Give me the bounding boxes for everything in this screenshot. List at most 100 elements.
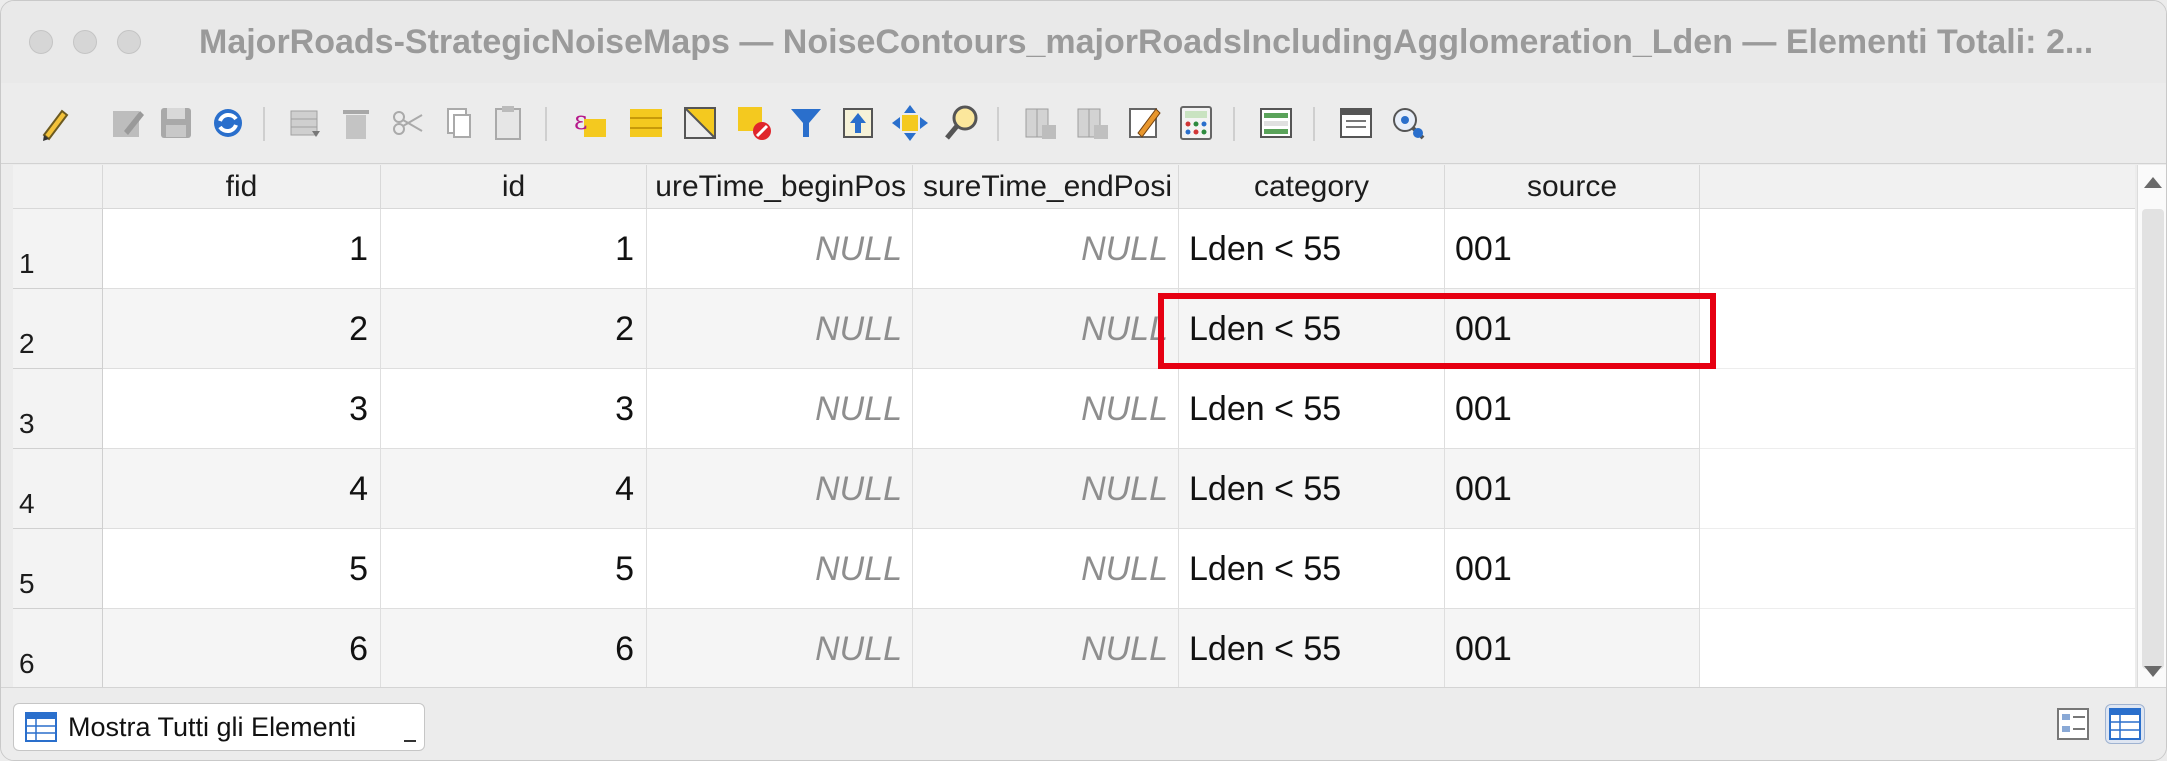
row-header[interactable]: 6 (13, 609, 103, 687)
table-cell-source[interactable]: 001 (1445, 529, 1700, 609)
edit-field-button[interactable] (1121, 100, 1167, 146)
delete-field-icon (1077, 108, 1108, 139)
table-cell-id[interactable]: 4 (381, 449, 647, 529)
title-bar[interactable]: MajorRoads-StrategicNoiseMaps — NoiseCon… (1, 1, 2166, 83)
column-header-fid[interactable]: fid (103, 165, 381, 209)
zoom-to-selection-button[interactable] (939, 100, 985, 146)
zoom-window-button[interactable] (117, 30, 141, 54)
table-cell-end[interactable]: NULL (913, 209, 1179, 289)
scroll-down-arrow-icon[interactable] (2144, 666, 2162, 677)
table-cell-begin[interactable]: NULL (647, 209, 913, 289)
column-header-end-position[interactable]: sureTime_endPosi (913, 165, 1179, 209)
table-cell-category[interactable]: Lden < 55 (1179, 369, 1445, 449)
table-cell-begin[interactable]: NULL (647, 449, 913, 529)
scrollbar-thumb[interactable] (2142, 209, 2164, 669)
delete-field-button[interactable] (1069, 100, 1115, 146)
table-cell-fid[interactable]: 2 (103, 289, 381, 369)
table-cell-id[interactable]: 6 (381, 609, 647, 687)
table-cell-source[interactable]: 001 (1445, 449, 1700, 529)
show-all-features-dropdown[interactable]: Mostra Tutti gli Elementi (13, 703, 425, 751)
cut-icon (393, 111, 423, 135)
header-empty-area (1700, 165, 2135, 209)
select-all-icon (630, 109, 662, 137)
column-header-category[interactable]: category (1179, 165, 1445, 209)
table-cell-begin[interactable]: NULL (647, 529, 913, 609)
table-cell-end[interactable]: NULL (913, 609, 1179, 687)
table-cell-source[interactable]: 001 (1445, 289, 1700, 369)
table-cell-id[interactable]: 3 (381, 369, 647, 449)
cut-button[interactable] (385, 100, 431, 146)
toolbar-separator (997, 107, 999, 141)
zoom-to-selection-icon (945, 105, 978, 140)
row-empty-area (1700, 529, 2135, 609)
attribute-table[interactable]: fid id ureTime_beginPos sureTime_endPosi… (13, 165, 2135, 687)
delete-selected-button[interactable] (333, 100, 379, 146)
table-cell-fid[interactable]: 6 (103, 609, 381, 687)
table-cell-begin[interactable]: NULL (647, 609, 913, 687)
table-cell-fid[interactable]: 5 (103, 529, 381, 609)
table-corner[interactable] (13, 165, 103, 209)
save-edits-button[interactable] (153, 100, 199, 146)
pan-to-selection-button[interactable] (887, 100, 933, 146)
move-selection-to-top-button[interactable] (835, 100, 881, 146)
table-view-button[interactable] (2105, 704, 2145, 744)
new-field-button[interactable] (1017, 100, 1063, 146)
table-cell-end[interactable]: NULL (913, 449, 1179, 529)
table-cell-fid[interactable]: 3 (103, 369, 381, 449)
table-cell-fid[interactable]: 1 (103, 209, 381, 289)
field-calculator-button[interactable] (1173, 100, 1219, 146)
table-cell-end[interactable]: NULL (913, 289, 1179, 369)
paste-button[interactable] (485, 100, 531, 146)
add-feature-button[interactable] (283, 100, 329, 146)
attribute-table-window: MajorRoads-StrategicNoiseMaps — NoiseCon… (0, 0, 2167, 761)
table-cell-category[interactable]: Lden < 55 (1179, 209, 1445, 289)
column-header-begin-position[interactable]: ureTime_beginPos (647, 165, 913, 209)
pan-to-selection-icon (892, 105, 928, 141)
dock-table-button[interactable] (1333, 100, 1379, 146)
copy-button[interactable] (435, 100, 481, 146)
filter-button[interactable] (783, 100, 829, 146)
reload-button[interactable] (205, 100, 251, 146)
row-header[interactable]: 3 (13, 369, 103, 449)
select-by-expression-button[interactable]: ε (567, 100, 613, 146)
table-cell-source[interactable]: 001 (1445, 209, 1700, 289)
table-cell-begin[interactable]: NULL (647, 369, 913, 449)
multi-edit-button[interactable] (105, 100, 151, 146)
row-header[interactable]: 1 (13, 209, 103, 289)
table-cell-category[interactable]: Lden < 55 (1179, 449, 1445, 529)
select-all-button[interactable] (623, 100, 669, 146)
column-header-source[interactable]: source (1445, 165, 1700, 209)
actions-button[interactable] (1385, 100, 1431, 146)
table-cell-category[interactable]: Lden < 55 (1179, 609, 1445, 687)
row-empty-area (1700, 609, 2135, 687)
table-cell-source[interactable]: 001 (1445, 369, 1700, 449)
table-cell-end[interactable]: NULL (913, 529, 1179, 609)
table-cell-category[interactable]: Lden < 55 (1179, 289, 1445, 369)
close-window-button[interactable] (29, 30, 53, 54)
table-cell-id[interactable]: 5 (381, 529, 647, 609)
minimize-window-button[interactable] (73, 30, 97, 54)
form-view-button[interactable] (2053, 704, 2093, 744)
table-cell-id[interactable]: 1 (381, 209, 647, 289)
table-cell-category[interactable]: Lden < 55 (1179, 529, 1445, 609)
column-header-id[interactable]: id (381, 165, 647, 209)
row-header[interactable]: 4 (13, 449, 103, 529)
row-header[interactable]: 5 (13, 529, 103, 609)
table-cell-end[interactable]: NULL (913, 369, 1179, 449)
scroll-up-arrow-icon[interactable] (2144, 177, 2162, 188)
row-header[interactable]: 2 (13, 289, 103, 369)
attribute-toolbar: ε (1, 83, 2166, 164)
invert-selection-icon (684, 107, 716, 139)
table-cell-id[interactable]: 2 (381, 289, 647, 369)
table-cell-begin[interactable]: NULL (647, 289, 913, 369)
deselect-all-button[interactable] (731, 100, 777, 146)
toolbar-separator (1233, 107, 1235, 141)
toggle-editing-button[interactable] (31, 100, 77, 146)
invert-selection-button[interactable] (677, 100, 723, 146)
table-cell-fid[interactable]: 4 (103, 449, 381, 529)
svg-text:ε: ε (574, 106, 587, 136)
conditional-formatting-button[interactable] (1253, 100, 1299, 146)
expression-select-icon: ε (574, 106, 606, 137)
vertical-scrollbar[interactable] (2137, 165, 2166, 687)
table-cell-source[interactable]: 001 (1445, 609, 1700, 687)
